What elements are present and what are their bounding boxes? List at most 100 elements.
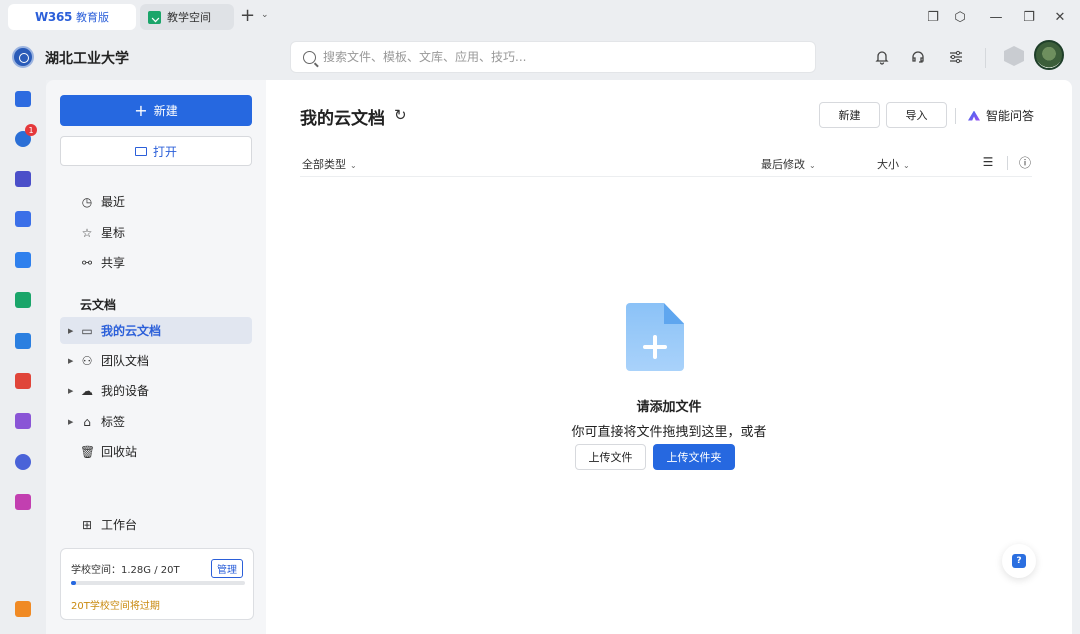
sheet-app-icon[interactable]: [15, 292, 31, 308]
apps-grid-icon[interactable]: [15, 413, 31, 429]
sidebar-item-trash[interactable]: 🗑 回收站: [60, 438, 252, 465]
ai-logo-icon: [968, 110, 980, 121]
avatar[interactable]: [1034, 40, 1064, 70]
expand-caret-icon[interactable]: ▶: [68, 327, 73, 335]
upload-file-button[interactable]: 上传文件: [575, 444, 646, 470]
sidebar-item-tags[interactable]: ▶ ⌂ 标签: [60, 408, 252, 435]
cube-icon[interactable]: ⬡: [951, 8, 969, 26]
new-button[interactable]: + 新建: [60, 95, 252, 126]
member-hex-icon[interactable]: [1004, 46, 1024, 66]
search-box[interactable]: [290, 41, 816, 73]
minimize-icon[interactable]: —: [987, 8, 1005, 26]
upload-folder-button[interactable]: 上传文件夹: [653, 444, 735, 470]
sidebar-item-label: 最近: [101, 195, 126, 209]
sidebar: + 新建 打开 ◷ 最近 ☆ 星标 ⚯ 共享 云文档 ▶ ▭ 我的云文档 ▶ ⚇…: [46, 80, 266, 634]
search-input[interactable]: [323, 50, 803, 64]
mail-app-icon[interactable]: [15, 171, 31, 187]
storage-expiry-warning[interactable]: 20T学校空间将过期: [71, 597, 160, 612]
sidebar-item-team-docs[interactable]: ▶ ⚇ 团队文档: [60, 347, 252, 374]
pdf-app-icon[interactable]: [15, 373, 31, 389]
empty-state-title: 请添加文件: [636, 400, 702, 415]
expand-caret-icon[interactable]: ▶: [68, 387, 73, 395]
sidebar-item-label: 我的设备: [101, 384, 150, 398]
storage-progress-fill: [71, 581, 77, 585]
manage-storage-button[interactable]: 管理: [211, 559, 243, 578]
tab-brand-sub: 教育版: [76, 11, 110, 24]
app-header: 湖北工业大学: [0, 34, 1080, 80]
app-rail: 1: [0, 80, 46, 634]
storage-usage-text: 学校空间：1.28G / 20T: [71, 565, 180, 576]
sidebar-item-label: 团队文档: [101, 354, 150, 368]
assistant-app-icon[interactable]: [15, 454, 31, 470]
header-divider: [985, 48, 986, 68]
new-button-label: 新建: [153, 104, 178, 118]
calendar-app-icon[interactable]: [15, 252, 31, 268]
main-panel: 我的云文档 ↻ 新建 导入 智能问答 全部类型 ⌄ 最后修改 ⌄ 大小 ⌄ ☰ ⓘ 请…: [266, 80, 1072, 634]
sidebar-item-recent[interactable]: ◷ 最近: [60, 188, 252, 215]
import-button[interactable]: 导入: [886, 102, 947, 128]
settings-sliders-icon[interactable]: [946, 47, 966, 67]
cloud-device-icon: ☁: [81, 383, 93, 398]
folder-open-icon: [134, 146, 147, 156]
sort-size-label: 大小: [877, 158, 899, 171]
sidebar-item-label: 我的云文档: [101, 324, 162, 338]
docs-app-icon[interactable]: [15, 91, 31, 107]
new-tab-icon[interactable]: +: [240, 7, 255, 25]
empty-file-fold: [664, 303, 684, 324]
ai-qa-button[interactable]: 智能问答: [968, 107, 1034, 124]
info-icon[interactable]: ⓘ: [1017, 154, 1033, 170]
org-name: 湖北工业大学: [45, 51, 129, 67]
new-doc-button[interactable]: 新建: [819, 102, 880, 128]
sidebar-item-label: 标签: [101, 415, 126, 429]
empty-plus-icon-vertical: [653, 335, 657, 359]
trash-icon: 🗑: [80, 444, 96, 459]
notification-badge: 1: [25, 124, 37, 136]
sidebar-item-label: 工作台: [101, 518, 138, 532]
plus-icon: +: [134, 100, 148, 120]
meeting-app-icon[interactable]: [15, 211, 31, 227]
sort-size-dropdown[interactable]: 大小 ⌄: [877, 156, 910, 172]
sidebar-item-label: 星标: [101, 226, 126, 240]
sidebar-item-my-cloud-docs[interactable]: ▶ ▭ 我的云文档: [60, 317, 252, 344]
filter-type-dropdown[interactable]: 全部类型 ⌄: [302, 156, 357, 172]
header-divider: [300, 176, 1032, 177]
share-icon: ⚯: [81, 255, 93, 270]
doc-icon: [148, 10, 161, 24]
sidebar-item-label: 回收站: [101, 445, 138, 459]
refresh-icon[interactable]: ↻: [394, 106, 407, 124]
filter-type-label: 全部类型: [302, 158, 346, 171]
sidebar-item-starred[interactable]: ☆ 星标: [60, 219, 252, 246]
expand-caret-icon[interactable]: ▶: [68, 357, 73, 365]
tool-divider: [1007, 156, 1008, 170]
page-title: 我的云文档: [300, 109, 385, 129]
help-button[interactable]: ?: [1002, 544, 1036, 578]
chevron-down-icon: ⌄: [903, 161, 910, 170]
restore-icon[interactable]: ❐: [1020, 8, 1038, 26]
open-button[interactable]: 打开: [60, 136, 252, 166]
copy-icon[interactable]: ❐: [924, 8, 942, 26]
sidebar-item-workbench[interactable]: ⊞ 工作台: [60, 511, 252, 538]
toolbar-divider: [955, 108, 956, 124]
expand-caret-icon[interactable]: ▶: [68, 418, 73, 426]
chevron-down-icon: ⌄: [350, 161, 357, 170]
list-settings-icon[interactable]: ☰: [980, 154, 996, 170]
headset-icon[interactable]: [908, 47, 928, 67]
tab-w365[interactable]: W365 教育版: [8, 4, 136, 30]
close-icon[interactable]: ✕: [1051, 8, 1069, 26]
presentation-app-icon[interactable]: [15, 494, 31, 510]
chevron-down-icon: ⌄: [809, 161, 816, 170]
sidebar-item-shared[interactable]: ⚯ 共享: [60, 249, 252, 276]
ai-qa-label: 智能问答: [986, 109, 1035, 123]
tab-teaching-space[interactable]: 教学空间: [140, 4, 234, 30]
classroom-app-icon[interactable]: [15, 333, 31, 349]
help-icon: ?: [1012, 554, 1026, 568]
sort-modified-dropdown[interactable]: 最后修改 ⌄: [761, 156, 816, 172]
empty-state-description: 你可直接将文件拖拽到这里，或者: [571, 425, 767, 440]
bell-icon[interactable]: [872, 47, 892, 67]
chevron-down-icon[interactable]: ⌄: [261, 10, 269, 20]
star-icon: ☆: [81, 225, 93, 240]
open-button-label: 打开: [152, 144, 177, 159]
workbench-icon: ⊞: [81, 517, 93, 532]
toolbox-app-icon[interactable]: [15, 601, 31, 617]
sidebar-item-my-devices[interactable]: ▶ ☁ 我的设备: [60, 377, 252, 404]
